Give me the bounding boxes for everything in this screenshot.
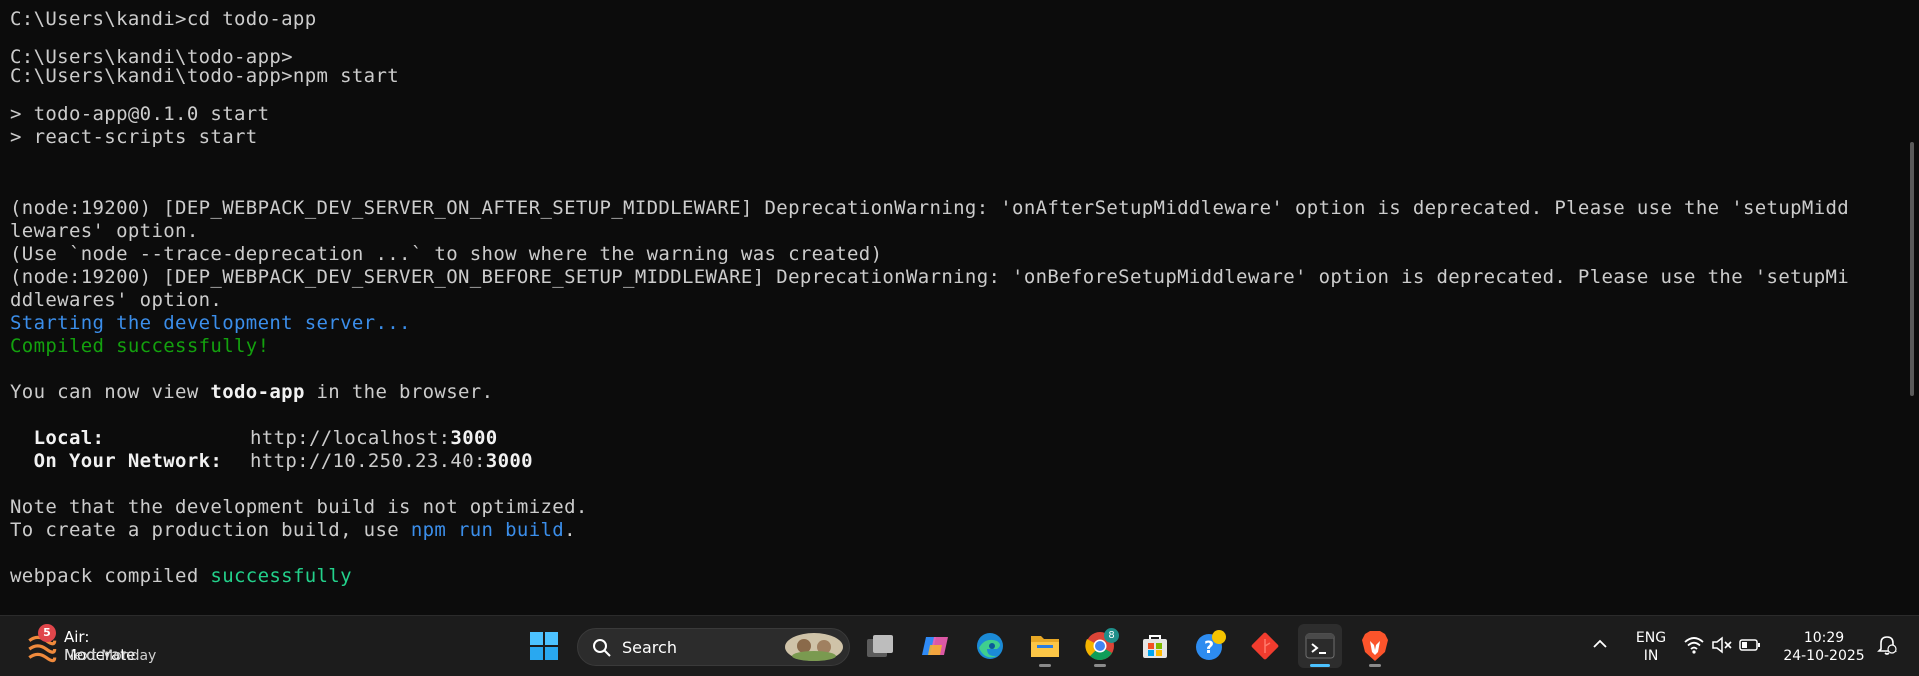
weather-widget[interactable]: 5 Air: Moderate Next Monday xyxy=(14,616,164,676)
edge-icon xyxy=(977,633,1003,659)
local-url[interactable]: http://localhost:3000 xyxy=(250,427,498,450)
chrome-indicator xyxy=(1094,664,1106,667)
edge-button[interactable] xyxy=(968,624,1012,668)
network-label: On Your Network: xyxy=(10,450,223,472)
git-button[interactable] xyxy=(1243,624,1287,668)
view-suffix: in the browser. xyxy=(304,381,494,403)
file-explorer-indicator xyxy=(1039,664,1051,667)
start-button[interactable] xyxy=(522,624,566,668)
weather-badge: 5 xyxy=(38,624,56,642)
search-box[interactable]: Search xyxy=(577,628,850,666)
show-hidden-icons-button[interactable] xyxy=(1590,634,1610,658)
search-highlight-icon xyxy=(785,633,843,661)
taskbar: 5 Air: Moderate Next Monday Search 8 ? E… xyxy=(0,615,1919,676)
language-region: IN xyxy=(1643,648,1659,664)
production-build-message: To create a production build, use npm ru… xyxy=(10,519,576,542)
app-name: todo-app xyxy=(210,381,305,403)
help-button[interactable]: ? xyxy=(1188,624,1232,668)
network-url-port: 3000 xyxy=(485,450,533,472)
brave-button[interactable] xyxy=(1353,624,1397,668)
terminal-line: (node:19200) [DEP_WEBPACK_DEV_SERVER_ON_… xyxy=(10,197,1850,219)
terminal-line: C:\Users\kandi\todo-app>npm start xyxy=(10,65,400,87)
help-icon: ? xyxy=(1196,630,1226,660)
terminal-button[interactable] xyxy=(1298,624,1342,668)
network-url[interactable]: http://10.250.23.40:3000 xyxy=(250,450,533,473)
windows-logo-icon xyxy=(530,632,558,660)
notification-bell-icon xyxy=(1877,636,1897,655)
svg-text:?: ? xyxy=(1204,638,1214,658)
terminal-line: > todo-app@0.1.0 start xyxy=(10,103,270,125)
chrome-profile-badge: 8 xyxy=(1104,628,1119,643)
clock[interactable]: 10:29 24-10-2025 xyxy=(1782,629,1866,665)
clock-date: 24-10-2025 xyxy=(1783,648,1865,664)
local-url-port: 3000 xyxy=(450,427,498,449)
store-icon xyxy=(1143,635,1167,658)
copilot-icon xyxy=(922,637,948,655)
file-explorer-button[interactable] xyxy=(1023,624,1067,668)
search-label: Search xyxy=(622,638,677,657)
view-message: You can now view todo-app in the browser… xyxy=(10,381,493,404)
webpack-status-line: webpack compiled successfully xyxy=(10,565,352,588)
terminal-icon xyxy=(1305,633,1335,659)
terminal-line: (Use `node --trace-deprecation ...` to s… xyxy=(10,243,883,265)
search-icon xyxy=(593,639,611,657)
copilot-button[interactable] xyxy=(913,624,957,668)
weather-subtitle: Next Monday xyxy=(64,648,157,664)
language-indicator[interactable]: ENG IN xyxy=(1630,629,1672,665)
terminal-window[interactable]: C:\Users\kandi>cd todo-app C:\Users\kand… xyxy=(0,0,1919,615)
battery-icon xyxy=(1739,639,1760,651)
scrollbar[interactable] xyxy=(1910,142,1914,396)
network-url-host: http://10.250.23.40: xyxy=(250,450,486,472)
chevron-up-icon xyxy=(1593,639,1607,648)
terminal-line: (node:19200) [DEP_WEBPACK_DEV_SERVER_ON_… xyxy=(10,266,1850,288)
terminal-line: C:\Users\kandi>cd todo-app xyxy=(10,8,317,30)
language-code: ENG xyxy=(1635,630,1667,646)
clock-time: 10:29 xyxy=(1803,630,1845,646)
chrome-button[interactable]: 8 xyxy=(1078,624,1122,668)
wifi-icon xyxy=(1684,637,1704,654)
local-url-host: http://localhost: xyxy=(250,427,451,449)
terminal-line: lewares' option. xyxy=(10,220,199,242)
brave-icon xyxy=(1362,631,1388,661)
starting-server-message: Starting the development server... xyxy=(10,312,411,334)
build-command: npm run build xyxy=(410,519,565,541)
view-prefix: You can now view xyxy=(10,381,211,403)
network-url-line: On Your Network: http://10.250.23.40:3000 xyxy=(10,450,533,473)
webpack-prefix: webpack compiled xyxy=(10,565,211,587)
local-label: Local: xyxy=(10,427,105,449)
brave-indicator xyxy=(1369,664,1381,667)
compiled-message: Compiled successfully! xyxy=(10,335,270,357)
terminal-active-indicator xyxy=(1310,664,1330,667)
folder-icon xyxy=(1031,636,1059,657)
prod-suffix: . xyxy=(564,519,576,541)
quick-settings-button[interactable] xyxy=(1683,632,1763,658)
task-view-button[interactable] xyxy=(858,624,902,668)
notifications-button[interactable] xyxy=(1876,634,1898,660)
terminal-line: ddlewares' option. xyxy=(10,289,223,311)
prod-prefix: To create a production build, use xyxy=(10,519,411,541)
git-icon xyxy=(1251,632,1279,660)
volume-muted-icon xyxy=(1712,636,1732,654)
terminal-line: > react-scripts start xyxy=(10,126,258,148)
microsoft-store-button[interactable] xyxy=(1133,624,1177,668)
task-view-icon xyxy=(867,635,893,657)
webpack-status: successfully xyxy=(210,565,352,587)
local-url-line: Local: http://localhost:3000 xyxy=(10,427,498,450)
note-message: Note that the development build is not o… xyxy=(10,496,588,518)
